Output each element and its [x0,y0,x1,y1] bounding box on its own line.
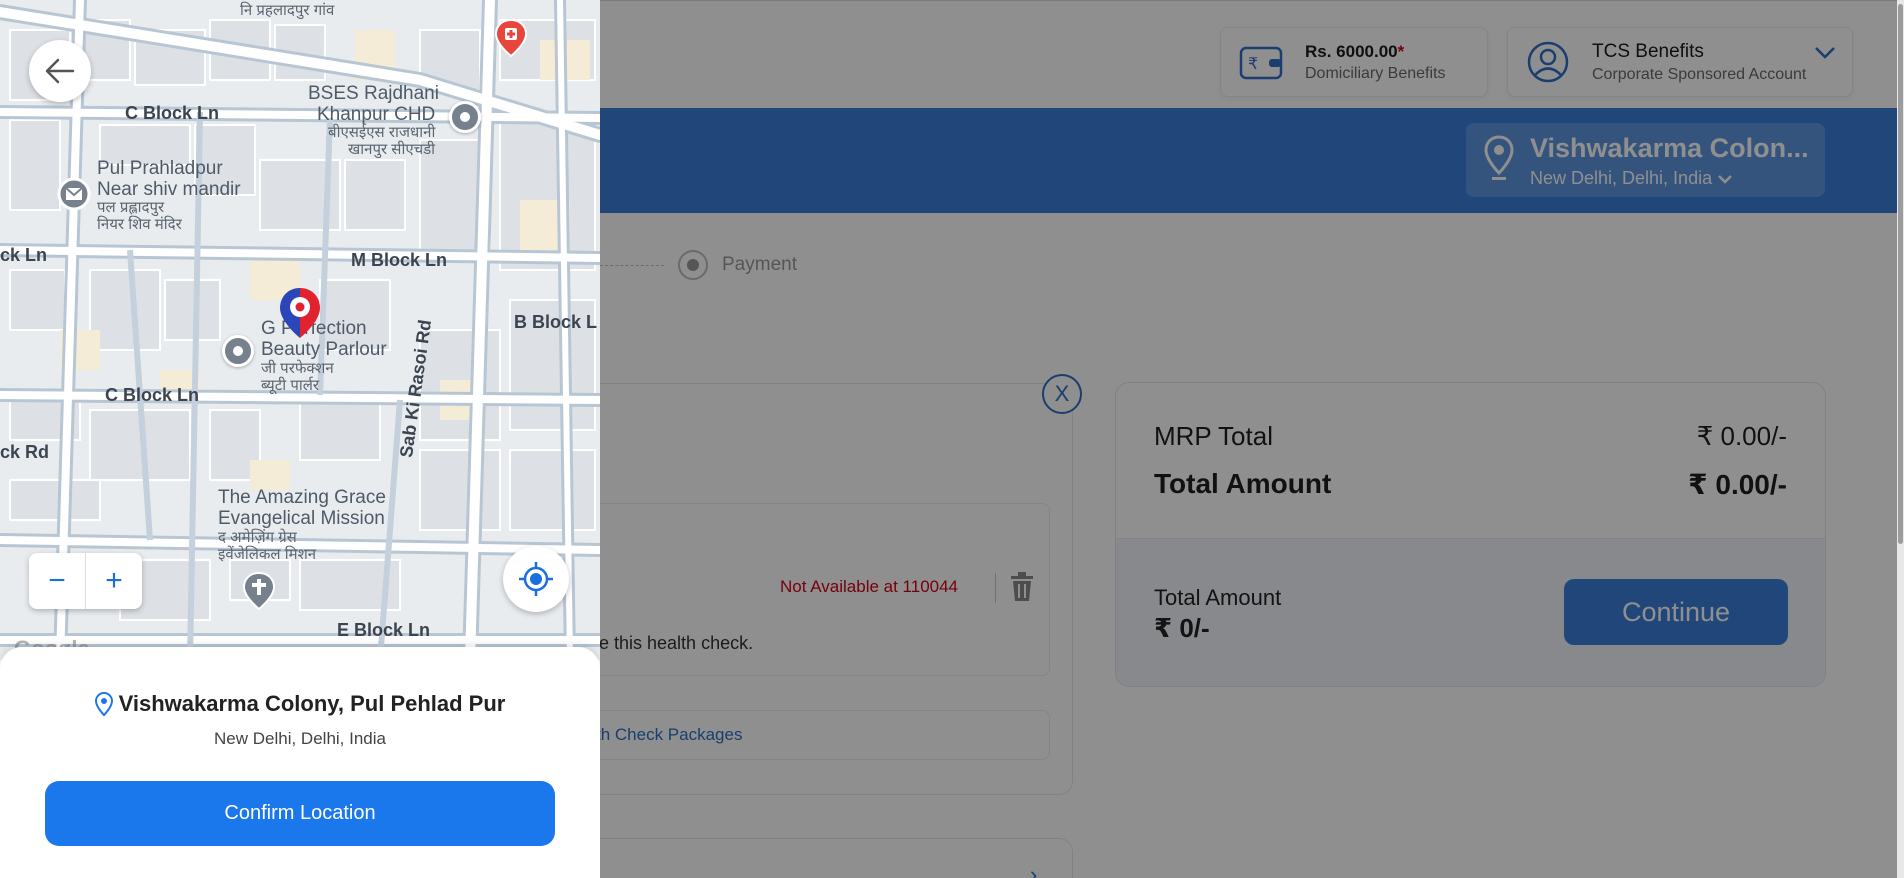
map-label: Evangelical Mission [218,508,385,529]
selected-sub-address: New Delhi, Delhi, India [214,729,386,748]
back-button[interactable] [29,40,91,102]
location-pin-icon [94,692,113,716]
poi-icon[interactable] [222,335,254,367]
map-label: खानपुर सीएचडी [348,141,436,158]
location-confirm-sheet: Vishwakarma Colony, Pul Pehlad Pur New D… [0,647,600,878]
zoom-out-button[interactable]: − [29,553,85,609]
map-label: इवेंजेलिकल मिशन [218,546,317,563]
map-label: नि प्रहलादपुर गांव [240,2,335,19]
selected-address: Vishwakarma Colony, Pul Pehlad Pur [118,691,506,716]
map-label: जी परफेक्शन [261,360,334,377]
arrow-left-icon [45,58,75,84]
map-label: ब्यूटी पार्लर [261,377,320,394]
confirm-location-button[interactable]: Confirm Location [45,781,555,846]
map-label: Pul Prahladpur [97,158,223,179]
page-scrollbar[interactable] [1897,0,1904,878]
map-label: ck Rd [0,442,50,462]
location-picker-panel: नि प्रहलादपुर गांव C Block Ln BSES Rajdh… [0,0,600,878]
map-label: पल प्रह्लादपुर [97,199,165,216]
map-label: Near shiv mandir [97,179,241,200]
poi-icon[interactable] [449,101,481,133]
map-label: बीएसईएस राजधानी [328,124,436,141]
map-label: ck Ln [0,245,48,265]
map-label: Khanpur CHD [317,104,436,125]
zoom-controls: − + [29,553,142,609]
map-label: C Block Ln [105,385,200,405]
map-label: नियर शिव मंदिर [97,216,182,233]
map-label: BSES Rajdhani [308,83,439,104]
map-label: Beauty Parlour [261,339,387,360]
map-label: C Block Ln [125,103,220,123]
map-label: द अमेज़िंग ग्रेस [218,529,297,546]
map-label: B Block L [514,312,598,332]
zoom-in-button[interactable]: + [86,553,142,609]
map-label: M Block Ln [351,250,448,270]
map-label: E Block Ln [337,620,431,640]
map-label: The Amazing Grace [218,487,386,508]
my-location-button[interactable] [503,546,569,612]
crosshair-icon [519,562,553,596]
